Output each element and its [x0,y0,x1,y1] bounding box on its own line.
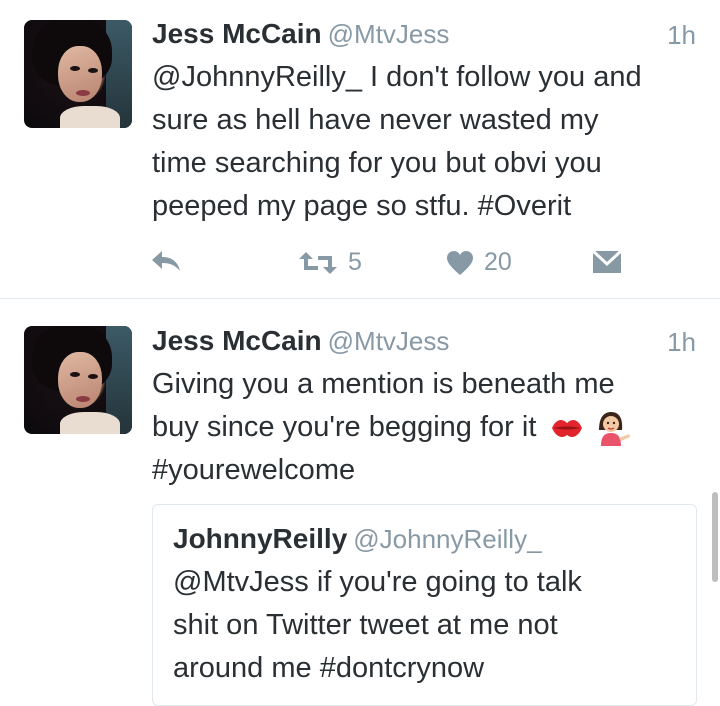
like-count: 20 [484,248,512,276]
timestamp[interactable]: 1h [667,327,696,358]
tweet-text-line: buy since you're begging for it [152,411,537,443]
tweet-text-line-with-emoji: buy since you're begging for it [152,406,702,449]
kiss-mark-emoji [552,420,583,438]
direct-message-button[interactable] [592,250,622,274]
author-name[interactable]: Jess McCain [152,325,322,356]
scrollbar[interactable] [712,492,718,582]
direct-message-icon [592,250,622,273]
quoted-text-line: @MtvJess if you're going to talk [173,566,582,598]
tweet-actions: 5 20 [150,244,630,284]
woman-tipping-hand-emoji [598,412,630,447]
tweet-text: Giving you a mention is beneath me buy s… [152,363,702,492]
tweet-text-line: Giving you a mention is beneath me [152,368,615,400]
tweet-text-line: sure as hell have never wasted my [152,104,599,136]
heart-icon [447,250,473,275]
retweet-icon [299,251,337,274]
avatar[interactable] [24,326,132,434]
retweet-count: 5 [348,248,362,276]
retweet-button[interactable]: 5 [298,248,362,277]
quoted-tweet[interactable]: JohnnyReilly @JohnnyReilly_ @MtvJess if y… [152,504,697,706]
tweet-text-line: @JohnnyReilly_ I don't follow you and [152,61,642,93]
quoted-tweet-header: JohnnyReilly @JohnnyReilly_ [173,523,542,555]
quoted-text-line: around me #dontcrynow [173,652,485,684]
author-handle[interactable]: @MtvJess [328,326,450,356]
tweet-text: @JohnnyReilly_ I don't follow you and su… [152,56,702,228]
like-button[interactable]: 20 [446,248,512,277]
author-name[interactable]: Jess McCain [152,18,322,49]
tweet-header: Jess McCain @MtvJess [152,18,449,50]
timestamp[interactable]: 1h [667,20,696,51]
avatar[interactable] [24,20,132,128]
tweet-header: Jess McCain @MtvJess [152,325,449,357]
tweet-text-line: peeped my page so stfu. #Overit [152,190,572,222]
reply-button[interactable] [150,248,182,274]
author-handle[interactable]: @MtvJess [328,19,450,49]
quoted-tweet-text: @MtvJess if you're going to talk shit on… [173,561,673,690]
tweet-1[interactable]: Jess McCain @MtvJess 1h @JohnnyReilly_ I … [0,0,720,298]
quoted-author-handle[interactable]: @JohnnyReilly_ [353,524,541,554]
reply-icon [152,251,180,271]
quoted-author-name[interactable]: JohnnyReilly [173,523,347,554]
tweet-text-line: time searching for you but obvi you [152,147,602,179]
tweet-text-line: #yourewelcome [152,454,356,486]
quoted-text-line: shit on Twitter tweet at me not [173,609,558,641]
